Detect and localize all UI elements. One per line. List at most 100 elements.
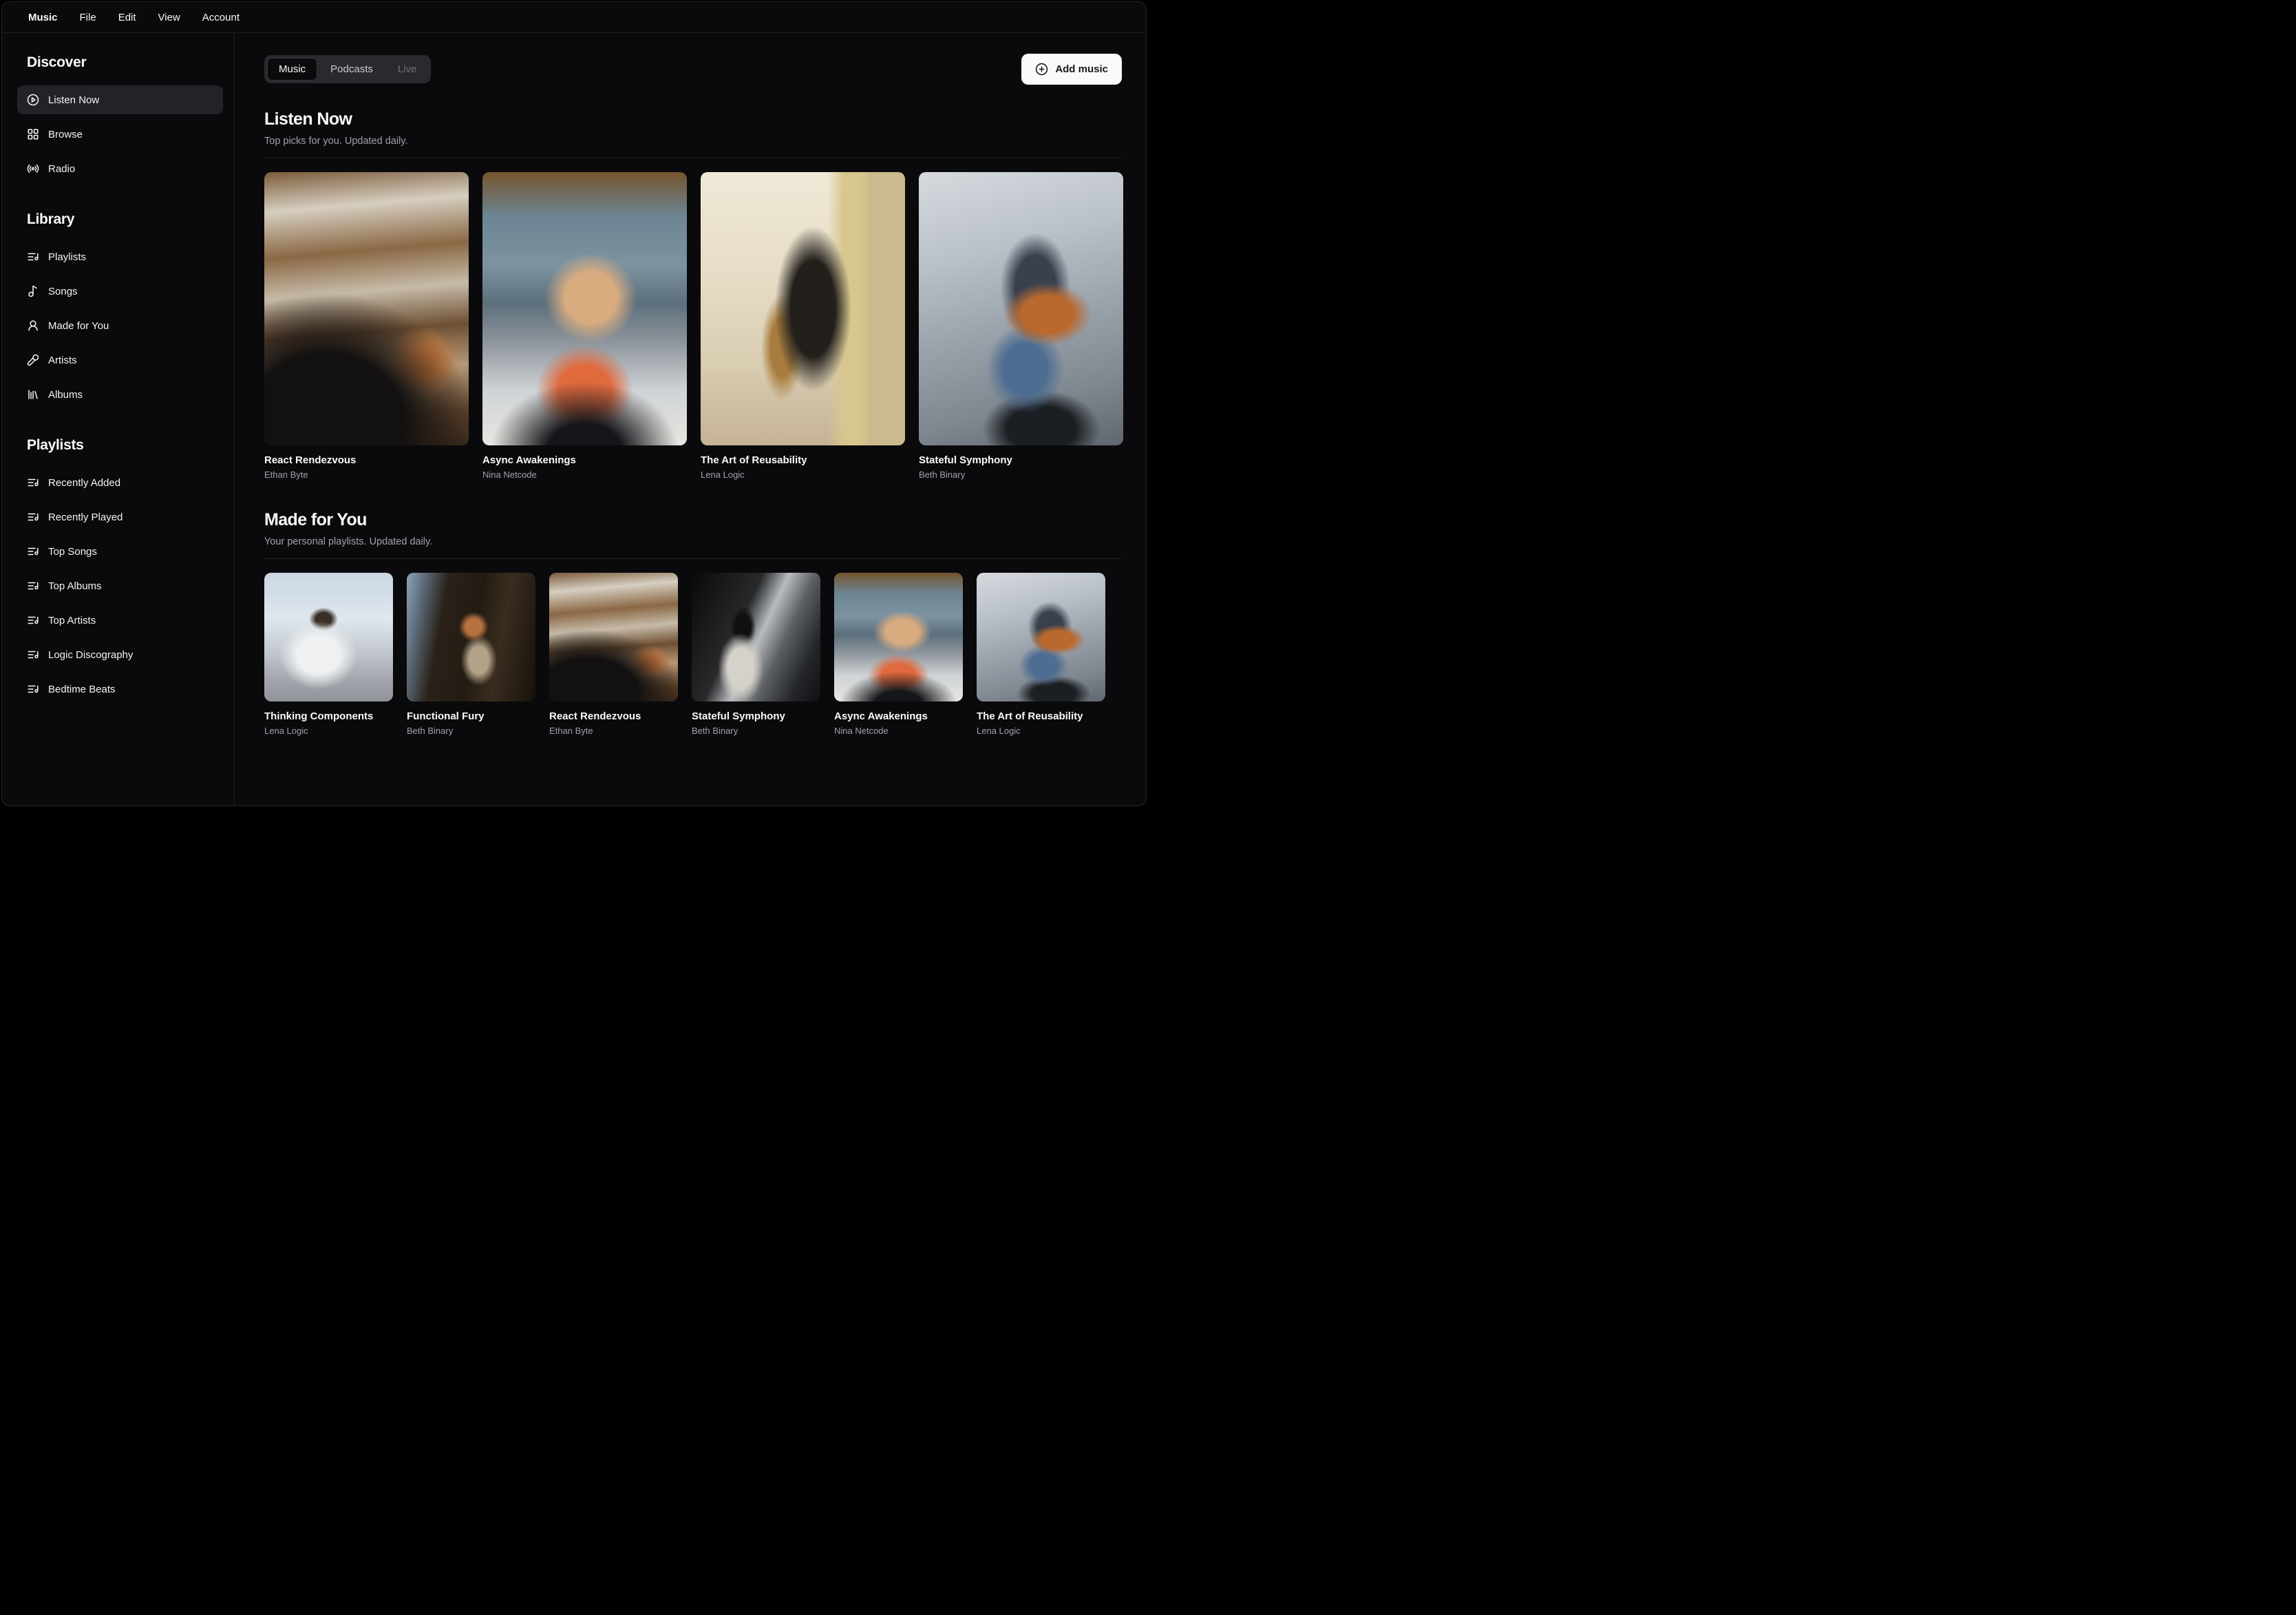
playlist-artist: Beth Binary — [407, 726, 535, 736]
tab-podcasts[interactable]: Podcasts — [319, 58, 385, 81]
sidebar-item-label: Bedtime Beats — [48, 684, 116, 695]
menu-edit[interactable]: Edit — [109, 8, 146, 28]
sidebar-item-recently-added[interactable]: Recently Added — [17, 468, 223, 497]
microphone-icon — [27, 354, 39, 366]
album-card[interactable]: Async Awakenings Nina Netcode — [482, 172, 687, 480]
sidebar-item-albums[interactable]: Albums — [17, 380, 223, 409]
album-title: Async Awakenings — [482, 454, 687, 466]
circle-play-icon — [27, 94, 39, 106]
playlist-card[interactable]: Async Awakenings Nina Netcode — [834, 573, 963, 736]
playlist-card[interactable]: Functional Fury Beth Binary — [407, 573, 535, 736]
album-artist: Beth Binary — [919, 469, 1123, 480]
sidebar-item-label: Top Songs — [48, 546, 97, 558]
playlist-cover[interactable] — [692, 573, 820, 701]
sidebar-item-radio[interactable]: Radio — [17, 154, 223, 183]
sidebar-item-label: Radio — [48, 163, 75, 175]
sidebar-item-label: Top Artists — [48, 615, 96, 626]
tab-music[interactable]: Music — [267, 58, 317, 81]
album-card[interactable]: Stateful Symphony Beth Binary — [919, 172, 1123, 480]
sidebar-item-playlists[interactable]: Playlists — [17, 242, 223, 271]
sidebar-item-label: Recently Played — [48, 511, 123, 523]
menubar: Music File Edit View Account — [2, 2, 1146, 33]
album-card[interactable]: React Rendezvous Ethan Byte — [264, 172, 469, 480]
sidebar-item-songs[interactable]: Songs — [17, 277, 223, 306]
separator — [264, 558, 1122, 559]
list-music-icon — [27, 580, 39, 592]
section-title-made-for-you: Made for You — [264, 510, 1122, 530]
playlist-cover[interactable] — [549, 573, 678, 701]
album-title: Stateful Symphony — [919, 454, 1123, 466]
sidebar-item-browse[interactable]: Browse — [17, 120, 223, 149]
sidebar-item-listen-now[interactable]: Listen Now — [17, 85, 223, 114]
list-music-icon — [27, 683, 39, 695]
playlist-title: Thinking Components — [264, 710, 393, 722]
sidebar-item-label: Browse — [48, 129, 83, 140]
sidebar-heading-playlists: Playlists — [17, 436, 223, 454]
topbar: Music Podcasts Live Add music — [264, 54, 1122, 85]
add-music-label: Add music — [1055, 63, 1108, 75]
menu-account[interactable]: Account — [193, 8, 249, 28]
album-cover[interactable] — [701, 172, 905, 445]
sidebar-item-label: Playlists — [48, 251, 86, 263]
sidebar-item-label: Albums — [48, 389, 83, 401]
section-subtitle-listen-now: Top picks for you. Updated daily. — [264, 136, 1122, 147]
menu-music[interactable]: Music — [19, 8, 67, 28]
album-artist: Ethan Byte — [264, 469, 469, 480]
tab-live: Live — [386, 58, 429, 81]
listen-now-card-row: React Rendezvous Ethan Byte Async Awaken… — [264, 172, 1122, 480]
sidebar: Discover Listen Now Browse Radio Library — [2, 33, 235, 805]
album-card[interactable]: The Art of Reusability Lena Logic — [701, 172, 905, 480]
playlist-cover[interactable] — [834, 573, 963, 701]
add-music-button[interactable]: Add music — [1021, 54, 1122, 85]
list-music-icon — [27, 511, 39, 523]
sidebar-item-top-songs[interactable]: Top Songs — [17, 537, 223, 566]
sidebar-item-label: Listen Now — [48, 94, 99, 106]
playlist-cover[interactable] — [407, 573, 535, 701]
sidebar-item-artists[interactable]: Artists — [17, 346, 223, 374]
playlist-card[interactable]: React Rendezvous Ethan Byte — [549, 573, 678, 736]
list-music-icon — [27, 545, 39, 558]
playlist-cover[interactable] — [264, 573, 393, 701]
sidebar-heading-library: Library — [17, 211, 223, 229]
sidebar-section-library: Library Playlists Songs Made for You Art… — [2, 211, 234, 409]
sidebar-item-label: Made for You — [48, 320, 109, 332]
sidebar-item-label: Logic Discography — [48, 649, 133, 661]
list-music-icon — [27, 614, 39, 626]
playlist-artist: Nina Netcode — [834, 726, 963, 736]
app-window: Music File Edit View Account Discover Li… — [1, 1, 1147, 806]
album-artist: Nina Netcode — [482, 469, 687, 480]
sidebar-item-label: Artists — [48, 355, 77, 366]
menu-view[interactable]: View — [149, 8, 190, 28]
sidebar-item-logic-discography[interactable]: Logic Discography — [17, 640, 223, 669]
playlist-artist: Lena Logic — [977, 726, 1105, 736]
menu-file[interactable]: File — [70, 8, 106, 28]
album-cover[interactable] — [919, 172, 1123, 445]
playlist-card[interactable]: Thinking Components Lena Logic — [264, 573, 393, 736]
playlist-artist: Ethan Byte — [549, 726, 678, 736]
album-cover[interactable] — [482, 172, 687, 445]
album-title: The Art of Reusability — [701, 454, 905, 466]
playlist-artist: Beth Binary — [692, 726, 820, 736]
sidebar-item-made-for-you[interactable]: Made for You — [17, 311, 223, 340]
playlist-card[interactable]: Stateful Symphony Beth Binary — [692, 573, 820, 736]
user-icon — [27, 319, 39, 332]
album-artist: Lena Logic — [701, 469, 905, 480]
music-note-icon — [27, 285, 39, 297]
album-cover[interactable] — [264, 172, 469, 445]
sidebar-item-label: Recently Added — [48, 477, 120, 489]
playlist-title: Stateful Symphony — [692, 710, 820, 722]
sidebar-item-top-artists[interactable]: Top Artists — [17, 606, 223, 635]
main-content: Music Podcasts Live Add music Listen Now… — [235, 33, 1146, 805]
playlist-card[interactable]: The Art of Reusability Lena Logic — [977, 573, 1105, 736]
section-title-listen-now: Listen Now — [264, 109, 1122, 129]
list-music-icon — [27, 476, 39, 489]
sidebar-item-top-albums[interactable]: Top Albums — [17, 571, 223, 600]
playlist-title: The Art of Reusability — [977, 710, 1105, 722]
sidebar-item-recently-played[interactable]: Recently Played — [17, 503, 223, 531]
sidebar-item-bedtime-beats[interactable]: Bedtime Beats — [17, 675, 223, 704]
sidebar-item-label: Songs — [48, 286, 78, 297]
playlist-cover[interactable] — [977, 573, 1105, 701]
tab-list: Music Podcasts Live — [264, 55, 431, 83]
section-subtitle-made-for-you: Your personal playlists. Updated daily. — [264, 536, 1122, 547]
sidebar-section-discover: Discover Listen Now Browse Radio — [2, 54, 234, 183]
